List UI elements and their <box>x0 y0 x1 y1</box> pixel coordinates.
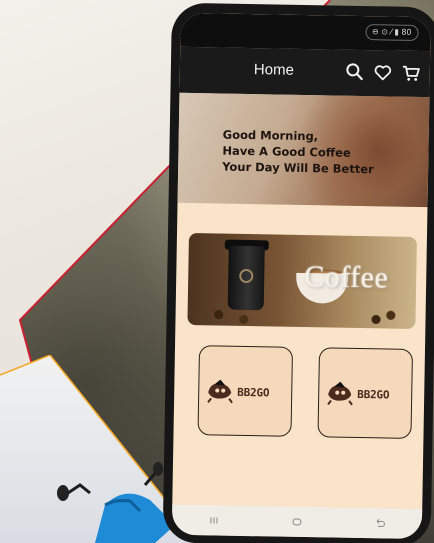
status-indicator: ⊖ ⊙ ⁄ ▮ 80 <box>364 24 419 41</box>
store-name: BB2GO <box>237 385 270 399</box>
promo-title: Coffee <box>303 260 389 295</box>
phone-screen: ⊖ ⊙ ⁄ ▮ 80 Home Good Morning, Have A Goo… <box>171 12 431 540</box>
coffee-promo-banner[interactable]: Coffee <box>187 232 417 329</box>
greeting-line-3: Your Day Will Be Better <box>222 159 374 177</box>
bb2go-logo: BB2GO <box>325 378 390 409</box>
back-icon[interactable] <box>373 517 387 529</box>
status-bar: ⊖ ⊙ ⁄ ▮ 80 <box>180 12 431 52</box>
store-name: BB2GO <box>357 387 390 402</box>
app-bar: Home <box>179 46 431 98</box>
store-tiles: BB2GO BB2GO <box>197 345 414 439</box>
recents-icon[interactable] <box>207 514 221 526</box>
greeting-text: Good Morning, Have A Good Coffee Your Da… <box>222 127 374 178</box>
greeting-banner: Good Morning, Have A Good Coffee Your Da… <box>177 92 430 208</box>
coffee-beans-image <box>197 303 408 329</box>
store-tile[interactable]: BB2GO <box>317 347 414 439</box>
page-title: Home <box>253 61 295 79</box>
coffee-bean-mascot-icon <box>327 381 353 406</box>
coffee-bean-mascot-icon <box>207 379 233 404</box>
home-icon[interactable] <box>290 516 304 528</box>
cart-icon[interactable] <box>400 62 422 84</box>
heart-icon[interactable] <box>372 61 394 83</box>
phone-frame: ⊖ ⊙ ⁄ ▮ 80 Home Good Morning, Have A Goo… <box>162 2 434 543</box>
store-tile[interactable]: BB2GO <box>197 345 294 437</box>
bb2go-logo: BB2GO <box>205 376 270 407</box>
system-nav-bar <box>171 504 423 540</box>
search-icon[interactable] <box>344 61 366 83</box>
